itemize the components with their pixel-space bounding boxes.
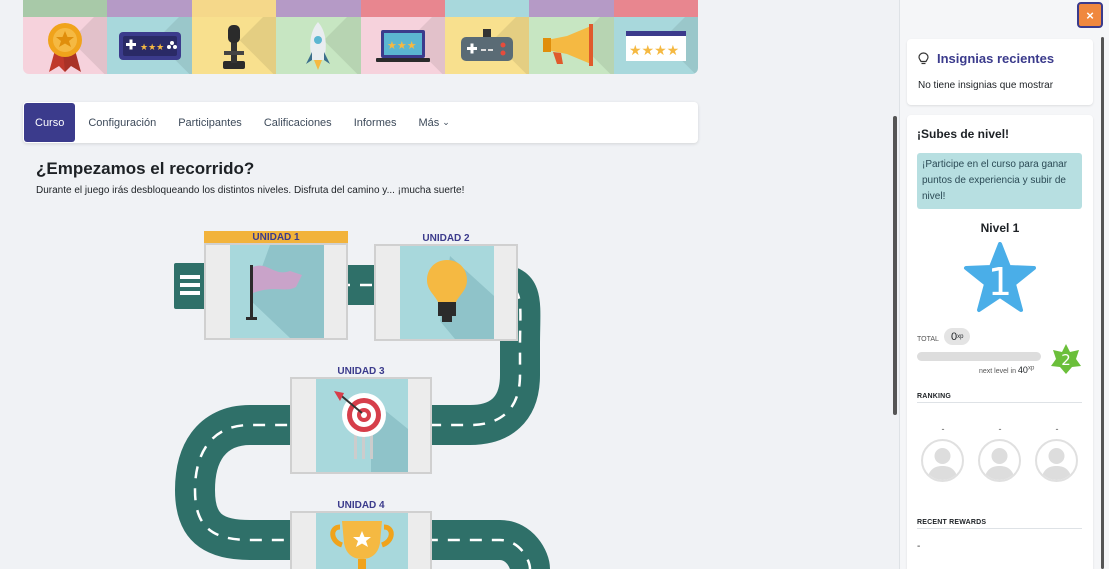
next-level-xp: 40 xyxy=(1017,365,1028,375)
unit-1-card[interactable] xyxy=(204,243,348,340)
banner-strip-segment xyxy=(360,0,445,17)
joystick-icon xyxy=(222,24,245,69)
flag-icon xyxy=(246,245,324,338)
rocket-tile xyxy=(276,17,361,74)
next-level-number: 2 xyxy=(1061,351,1071,369)
ranking-title: RANKING xyxy=(917,393,952,400)
ranking-entry-name: - xyxy=(941,424,945,434)
close-drawer-button[interactable]: × xyxy=(1077,2,1103,28)
tab-mas[interactable]: Más ⌄ xyxy=(407,102,460,143)
laptop-tile: ★★★ xyxy=(360,17,445,74)
level-number: 1 xyxy=(988,260,1012,304)
recent-rewards-text: - xyxy=(917,541,921,552)
recent-rewards-title: RECENT REWARDS xyxy=(917,519,987,526)
recent-badges-title: Insignias recientes xyxy=(937,51,1055,66)
lightbulb-icon xyxy=(427,256,494,339)
unit-3-card[interactable] xyxy=(290,377,432,474)
unit-4-card[interactable] xyxy=(290,511,432,569)
ranking-entry[interactable]: - xyxy=(978,425,1022,482)
recent-badges-message: No tiene insignias que mostrar xyxy=(918,80,1054,91)
ranking-entry-name: - xyxy=(1055,424,1059,434)
browser-tile: ★★★★ xyxy=(613,17,698,74)
trophy-icon xyxy=(330,521,394,569)
tab-mas-label: Más xyxy=(418,116,440,129)
controller-tile xyxy=(444,17,530,74)
laptop-stars-icon: ★★★ xyxy=(375,29,430,62)
browser-stars-icon: ★★★★ xyxy=(625,30,686,61)
intro-text: Durante el juego irás desbloqueando los … xyxy=(36,185,465,196)
xp-progress-bar xyxy=(917,352,1041,361)
controller-icon xyxy=(461,28,514,61)
tab-curso[interactable]: Curso xyxy=(24,103,76,142)
recent-badges-card: Insignias recientes No tiene insignias q… xyxy=(907,39,1093,105)
ranking-entry[interactable]: - xyxy=(1035,425,1079,482)
target-icon xyxy=(334,391,408,472)
banner-strip-segment xyxy=(191,0,277,17)
level-star-icon: 1 xyxy=(964,242,1036,312)
total-label: TOTAL xyxy=(917,336,939,343)
medal-icon xyxy=(48,22,83,72)
ranking-divider xyxy=(917,402,1082,403)
svg-text:★★★★: ★★★★ xyxy=(629,43,679,59)
level-name: Nivel 1 xyxy=(980,221,1020,235)
xp-unit: xp xyxy=(957,333,964,340)
banner-strip-segment xyxy=(107,0,192,17)
drawer-scrollbar[interactable] xyxy=(1101,37,1104,569)
tab-configuracion[interactable]: Configuración xyxy=(77,102,167,143)
medal-tile xyxy=(23,17,108,74)
user-avatar-icon xyxy=(1041,448,1072,480)
tab-participantes[interactable]: Participantes xyxy=(167,102,253,143)
rocket-icon xyxy=(306,21,331,70)
chevron-down-icon: ⌄ xyxy=(442,117,450,127)
ranking-entry-name: - xyxy=(998,424,1002,434)
course-nav-tabs: Curso Configuración Participantes Califi… xyxy=(23,102,698,143)
xp-total: 0 xp xyxy=(944,328,971,345)
svg-text:★★★: ★★★ xyxy=(140,43,164,53)
banner-strip-segment xyxy=(613,0,698,17)
intro-title: ¿Empezamos el recorrido? xyxy=(36,159,255,178)
joystick-tile xyxy=(191,17,277,74)
next-level-xp-unit: xp xyxy=(1027,365,1035,372)
tab-calificaciones[interactable]: Calificaciones xyxy=(253,102,343,143)
banner-tiles: ★★★ ★★★ ★★★★ xyxy=(23,17,698,74)
user-avatar-icon xyxy=(927,448,958,480)
rewards-divider xyxy=(917,528,1082,529)
next-level-text: next level in xyxy=(979,368,1016,375)
level-up-title: ¡Subes de nivel! xyxy=(917,127,1010,141)
tab-informes[interactable]: Informes xyxy=(343,102,408,143)
megaphone-tile xyxy=(529,17,614,74)
svg-text:★★★: ★★★ xyxy=(387,39,417,52)
banner-top-strip xyxy=(23,0,698,17)
lightbulb-outline-icon xyxy=(918,52,929,65)
banner-strip-segment xyxy=(529,0,614,17)
gamepad-stars-icon: ★★★ xyxy=(118,31,181,60)
avatar xyxy=(1035,439,1078,482)
next-level-info: next level in 40xp xyxy=(979,365,1034,375)
level-up-info: ¡Participe en el curso para ganar puntos… xyxy=(917,153,1082,209)
next-level-star-icon: 2 xyxy=(1051,344,1081,374)
main-scrollbar[interactable] xyxy=(893,116,897,415)
megaphone-icon xyxy=(543,23,594,66)
banner-strip-segment xyxy=(444,0,530,17)
banner-strip-segment xyxy=(276,0,361,17)
avatar xyxy=(921,439,964,482)
unit-2-card[interactable] xyxy=(374,244,518,341)
course-map: UNIDAD 1 UNIDAD 2 UNIDAD 3 UNIDAD 4 xyxy=(170,225,550,569)
course-banner: ★★★ ★★★ ★★★★ xyxy=(23,0,698,74)
user-avatar-icon xyxy=(984,448,1015,480)
banner-strip-segment xyxy=(23,0,108,17)
ranking-entry[interactable]: - xyxy=(921,425,965,482)
avatar xyxy=(978,439,1021,482)
level-up-card: ¡Subes de nivel! ¡Participe en el curso … xyxy=(907,115,1093,569)
gamepad-tile: ★★★ xyxy=(107,17,192,74)
